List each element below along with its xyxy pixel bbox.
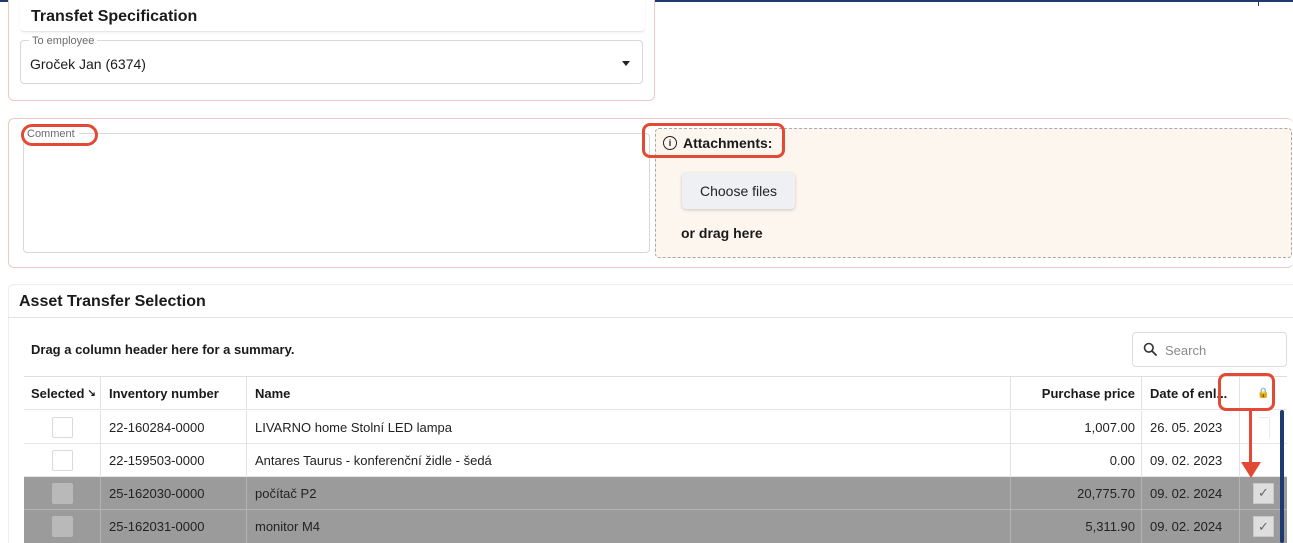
- date-cell: 26. 05. 2023: [1142, 411, 1240, 443]
- check-icon: ✓: [1258, 485, 1269, 500]
- name-cell: LIVARNO home Stolní LED lampa: [247, 411, 1011, 443]
- search-icon: [1143, 342, 1157, 356]
- date-cell: 09. 02. 2023: [1142, 444, 1240, 476]
- inventory-cell: 25-162030-0000: [101, 477, 247, 509]
- sort-indicator-icon: ↘: [87, 387, 96, 399]
- column-header-selected-label: Selected: [31, 385, 85, 401]
- row-checkbox[interactable]: [52, 516, 73, 537]
- lock-checkbox[interactable]: ✓: [1253, 482, 1274, 504]
- grid-header-row: Selected ↘ Inventory number Name Purchas…: [24, 377, 1287, 410]
- column-header-selected[interactable]: Selected ↘: [24, 377, 101, 409]
- comment-textarea[interactable]: [23, 133, 650, 253]
- table-row[interactable]: 25-162031-0000 monitor M4 5,311.90 09. 0…: [24, 510, 1287, 543]
- grid-search-box[interactable]: [1132, 332, 1287, 367]
- to-employee-label: To employee: [29, 35, 98, 47]
- price-cell: 0.00: [1011, 444, 1142, 476]
- date-cell: 09. 02. 2024: [1142, 510, 1240, 543]
- to-employee-select[interactable]: To employee Groček Jan (6374): [20, 35, 643, 84]
- row-select-cell: [24, 444, 101, 476]
- price-cell: 5,311.90: [1011, 510, 1142, 543]
- name-cell: počítač P2: [247, 477, 1011, 509]
- row-checkbox[interactable]: [52, 482, 73, 504]
- chevron-down-icon[interactable]: [622, 61, 630, 66]
- inventory-cell: 25-162031-0000: [101, 510, 247, 543]
- asset-grid: Selected ↘ Inventory number Name Purchas…: [24, 376, 1287, 543]
- inventory-cell: 22-160284-0000: [101, 411, 247, 443]
- column-header-price[interactable]: Purchase price: [1011, 377, 1142, 409]
- search-input[interactable]: [1165, 339, 1280, 361]
- table-row[interactable]: 22-160284-0000 LIVARNO home Stolní LED l…: [24, 411, 1287, 444]
- row-checkbox[interactable]: [52, 416, 73, 438]
- to-employee-value: Groček Jan (6374): [30, 56, 146, 72]
- choose-files-button[interactable]: Choose files: [682, 173, 795, 209]
- column-header-inventory[interactable]: Inventory number: [101, 377, 247, 409]
- top-border-tick: [1258, 0, 1259, 6]
- drag-here-label: or drag here: [681, 225, 763, 241]
- check-icon: ✓: [1258, 518, 1269, 534]
- column-header-name[interactable]: Name: [247, 377, 1011, 409]
- transfer-spec-card: Transfet Specification To employee Groče…: [8, 0, 655, 101]
- row-checkbox[interactable]: [52, 449, 73, 471]
- name-cell: Antares Taurus - konferenční židle - šed…: [247, 444, 1011, 476]
- date-cell: 09. 02. 2024: [1142, 477, 1240, 509]
- table-row[interactable]: 22-159503-0000 Antares Taurus - konferen…: [24, 444, 1287, 477]
- asset-selection-divider: [8, 317, 1293, 318]
- lock-column-highlight-annotation: [1218, 373, 1275, 411]
- annotation-arrow-line: [1249, 410, 1252, 464]
- lock-checkbox[interactable]: [1257, 416, 1270, 438]
- transfer-spec-title: Transfet Specification: [31, 8, 198, 25]
- annotation-arrow-head: [1241, 462, 1261, 478]
- inventory-cell: 22-159503-0000: [101, 444, 247, 476]
- row-select-cell: [24, 411, 101, 443]
- price-cell: 1,007.00: [1011, 411, 1142, 443]
- attachments-highlight-annotation: [642, 123, 785, 158]
- grid-scrollbar[interactable]: [1280, 410, 1284, 543]
- group-panel-hint[interactable]: Drag a column header here for a summary.: [31, 342, 294, 357]
- price-cell: 20,775.70: [1011, 477, 1142, 509]
- comment-highlight-annotation: [21, 124, 98, 146]
- row-select-cell: [24, 477, 101, 509]
- transfer-spec-header: Transfet Specification: [20, 0, 645, 32]
- asset-selection-title: Asset Transfer Selection: [19, 293, 206, 310]
- table-row[interactable]: 25-162030-0000 počítač P2 20,775.70 09. …: [24, 477, 1287, 510]
- name-cell: monitor M4: [247, 510, 1011, 543]
- lock-checkbox[interactable]: ✓: [1253, 516, 1274, 537]
- row-select-cell: [24, 510, 101, 543]
